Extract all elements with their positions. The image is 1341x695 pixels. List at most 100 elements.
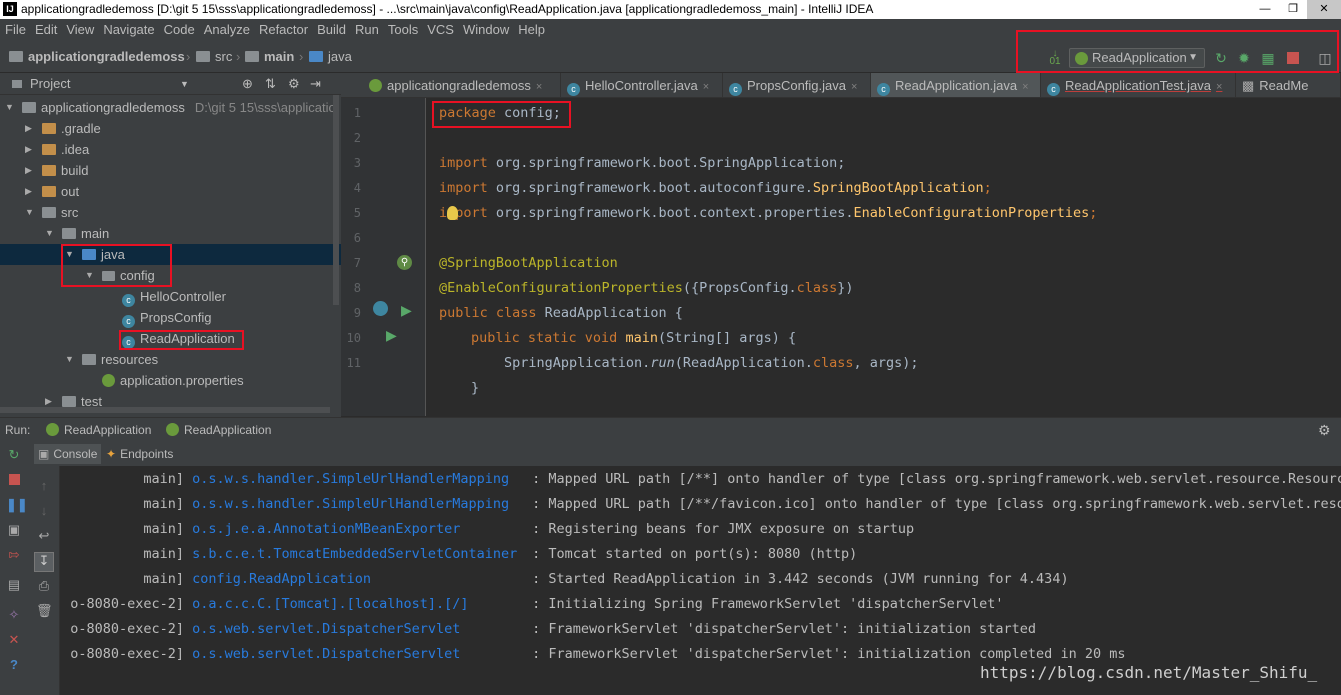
project-panel-header: Project ▼ ⊕ ⇅ ⚙ ⇥: [0, 73, 341, 95]
line-number: 9: [353, 306, 361, 320]
stop-icon[interactable]: [1285, 50, 1301, 66]
close-icon[interactable]: ×: [1216, 81, 1222, 93]
menu-run[interactable]: Run: [350, 19, 383, 41]
code-editor[interactable]: 1 2 3 4 5 6 7 8 9 10 11 ⚲ ▶ ▶ package co…: [341, 98, 1341, 416]
menu-code[interactable]: Code: [159, 19, 199, 41]
tab-readapplicationtest[interactable]: c ReadApplicationTest.java ×: [1041, 73, 1236, 97]
spring-bean-icon[interactable]: ⚲: [397, 255, 412, 270]
class-icon: c: [567, 83, 580, 96]
trash-icon[interactable]: 🗑: [36, 603, 53, 619]
sort-icon[interactable]: ↓ 01: [1047, 49, 1063, 67]
pin-icon[interactable]: ✧: [6, 607, 22, 623]
run-toolwindow-bar: Run: ReadApplication ReadApplication ⚙: [0, 417, 1341, 442]
folder-icon: [42, 123, 56, 134]
tree-item-java[interactable]: ▼ java: [0, 244, 341, 265]
menu-help[interactable]: Help: [513, 19, 549, 41]
tree-item-application-properties[interactable]: application.properties: [0, 370, 341, 391]
scrollbar[interactable]: [0, 407, 330, 413]
soft-wrap-icon[interactable]: ↩: [36, 528, 52, 544]
tab-applicationgradledemoss[interactable]: applicationgradledemoss ×: [363, 73, 561, 97]
menu-tools[interactable]: Tools: [383, 19, 422, 41]
line-number: 7: [353, 256, 361, 270]
console-line: o-8080-exec-2] o.s.web.servlet.Dispatche…: [70, 621, 1037, 637]
tree-item-build[interactable]: ▶ build: [0, 160, 341, 181]
tab-readapplication[interactable]: c ReadApplication.java ×: [871, 73, 1041, 97]
scroll-to-end-icon[interactable]: ↧: [34, 552, 54, 572]
close-icon[interactable]: ✕: [6, 632, 22, 648]
breadcrumb-src[interactable]: src: [196, 41, 232, 73]
run-gutter-icon[interactable]: ▶: [386, 327, 397, 344]
tree-root[interactable]: ▼ applicationgradledemoss D:\git 5 15\sss…: [0, 97, 341, 118]
run-gutter-icon[interactable]: ▶: [401, 302, 412, 319]
menu-file[interactable]: File: [0, 19, 30, 41]
scrollbar[interactable]: [333, 95, 339, 305]
breadcrumb-project[interactable]: applicationgradledemoss: [9, 41, 185, 73]
line-number: 5: [353, 206, 361, 220]
line-number: 4: [353, 181, 361, 195]
tree-item-readapplication[interactable]: c ReadApplication: [0, 328, 341, 349]
project-view-select[interactable]: Project: [30, 73, 70, 95]
spring-class-icon[interactable]: [373, 301, 388, 316]
chevron-down-icon: ▼: [1188, 52, 1198, 63]
menu-build[interactable]: Build: [312, 19, 350, 41]
tree-item-main[interactable]: ▼ main: [0, 223, 341, 244]
close-icon[interactable]: ×: [1022, 81, 1028, 93]
tree-item-gradle[interactable]: ▶ .gradle: [0, 118, 341, 139]
tree-item-out[interactable]: ▶ out: [0, 181, 341, 202]
tab-endpoints[interactable]: ✦ Endpoints: [106, 444, 173, 464]
run-configuration-select[interactable]: ReadApplication ▼: [1069, 48, 1205, 68]
tree-item-hellocontroller[interactable]: c HelloController: [0, 286, 341, 307]
menu-edit[interactable]: Edit: [30, 19, 61, 41]
console-output[interactable]: main] o.s.w.s.handler.SimpleUrlHandlerMa…: [60, 466, 1341, 695]
run-tab-2[interactable]: ReadApplication: [166, 418, 271, 442]
collapse-icon[interactable]: ⇅: [265, 73, 276, 95]
tree-item-idea[interactable]: ▶ .idea: [0, 139, 341, 160]
coverage-icon[interactable]: ▦: [1260, 50, 1276, 66]
tree-item-src[interactable]: ▼ src: [0, 202, 341, 223]
tab-propsconfig[interactable]: c PropsConfig.java ×: [723, 73, 871, 97]
project-structure-icon[interactable]: ◫: [1317, 50, 1333, 66]
minimize-icon[interactable]: —: [1251, 0, 1279, 19]
close-icon[interactable]: ✕: [1307, 0, 1341, 19]
close-icon[interactable]: ×: [851, 81, 857, 93]
tab-readme[interactable]: ▩ ReadMe: [1236, 73, 1341, 97]
menu-view[interactable]: View: [61, 19, 98, 41]
lightbulb-icon[interactable]: [447, 206, 458, 220]
down-arrow-icon[interactable]: ↓: [36, 503, 52, 519]
exit-icon[interactable]: ⇰: [6, 547, 22, 563]
tree-item-config[interactable]: ▼ config: [0, 265, 341, 286]
folder-icon: [196, 51, 210, 62]
close-icon[interactable]: ×: [536, 81, 542, 93]
maximize-icon[interactable]: ❐: [1279, 0, 1307, 19]
tab-hellocontroller[interactable]: c HelloController.java ×: [561, 73, 723, 97]
menu-vcs[interactable]: VCS: [422, 19, 458, 41]
breadcrumb-main[interactable]: main: [245, 41, 294, 73]
hide-icon[interactable]: ⇥: [310, 73, 321, 95]
gear-icon[interactable]: ⚙: [288, 73, 300, 95]
debug-icon[interactable]: ✹: [1236, 50, 1252, 66]
stop-icon[interactable]: [6, 472, 22, 488]
chevron-down-icon[interactable]: ▼: [180, 73, 189, 95]
menu-window[interactable]: Window: [458, 19, 513, 41]
menu-navigate[interactable]: Navigate: [98, 19, 158, 41]
close-icon[interactable]: ×: [703, 81, 709, 93]
tree-item-propsconfig[interactable]: c PropsConfig: [0, 307, 341, 328]
sync-icon[interactable]: ⊕: [242, 73, 253, 95]
menu-refactor[interactable]: Refactor: [254, 19, 312, 41]
console-line: main] o.s.w.s.handler.SimpleUrlHandlerMa…: [143, 496, 1341, 512]
tab-console[interactable]: ▣ Console: [34, 444, 102, 464]
run-tab-1[interactable]: ReadApplication: [46, 418, 151, 442]
menu-analyze[interactable]: Analyze: [199, 19, 254, 41]
dump-threads-icon[interactable]: ▣: [6, 522, 22, 538]
gear-icon[interactable]: ⚙: [1318, 418, 1331, 442]
tree-item-resources[interactable]: ▼ resources: [0, 349, 341, 370]
up-arrow-icon[interactable]: ↑: [36, 478, 52, 494]
rerun-icon[interactable]: ↻: [1213, 50, 1229, 66]
editor-tabs: applicationgradledemoss × c HelloControlle…: [341, 73, 1341, 98]
pause-icon[interactable]: ❚❚: [6, 497, 28, 513]
help-icon[interactable]: ?: [6, 657, 22, 673]
print-icon[interactable]: ⎙: [36, 578, 52, 594]
rerun-icon[interactable]: ↻: [6, 447, 22, 463]
breadcrumb-java[interactable]: java: [309, 41, 352, 73]
layout-icon[interactable]: ▤: [6, 577, 22, 593]
